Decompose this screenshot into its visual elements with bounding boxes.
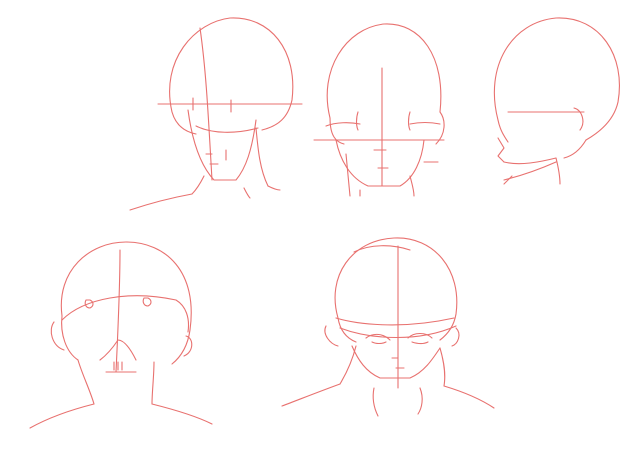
head-side	[493, 17, 620, 185]
head-top-down	[29, 241, 213, 429]
head-bottom-up	[281, 237, 495, 417]
head-front-tilted	[129, 17, 303, 211]
head-front	[313, 23, 445, 197]
head-construction-sketch	[29, 17, 620, 429]
